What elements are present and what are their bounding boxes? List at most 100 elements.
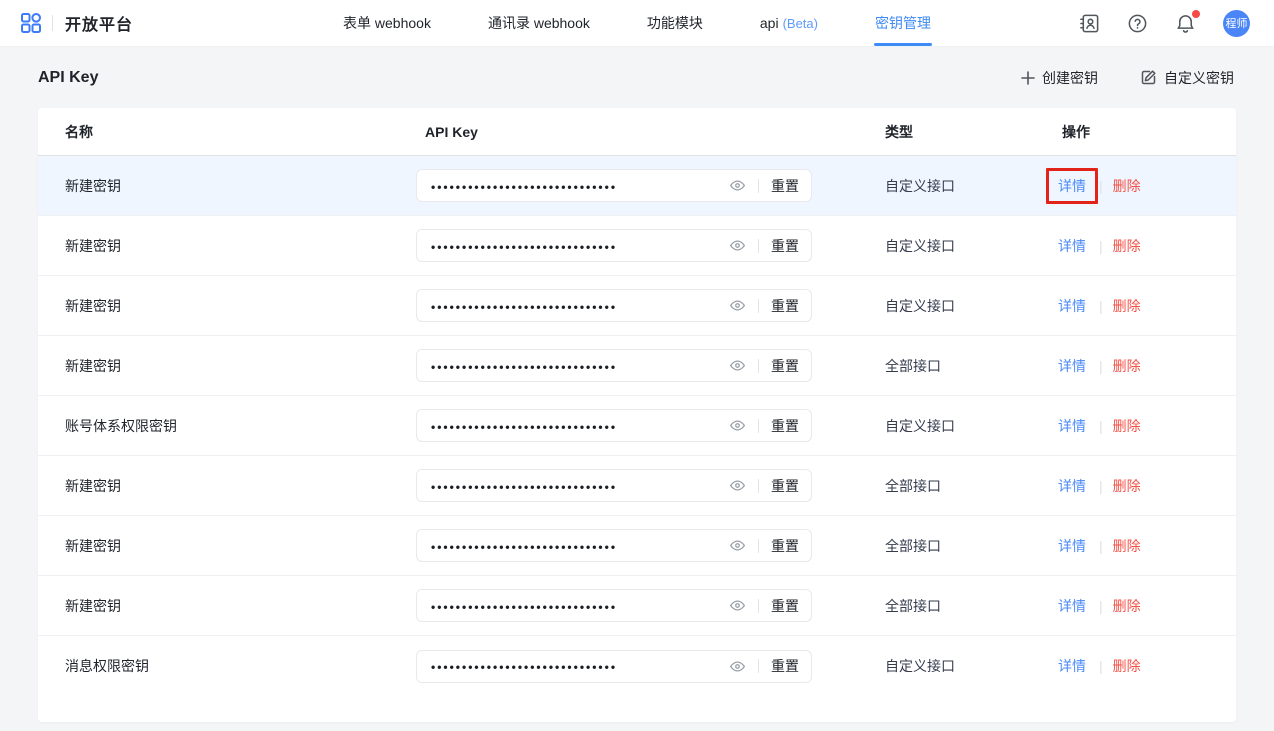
nav-tab[interactable]: 通讯录 webhook	[488, 0, 590, 46]
api-key-field: •••••••••••••••••••••••••••••• 重置	[416, 589, 812, 622]
key-cell: •••••••••••••••••••••••••••••• 重置	[416, 469, 885, 502]
delete-link[interactable]: 删除	[1113, 596, 1141, 616]
contacts-book-icon[interactable]	[1079, 13, 1100, 34]
nav-tab[interactable]: api(Beta)	[760, 0, 818, 46]
help-icon[interactable]	[1127, 13, 1148, 34]
detail-link[interactable]: 详情	[1058, 296, 1086, 316]
field-divider	[758, 239, 759, 253]
detail-annotation-box: 详情	[1046, 288, 1098, 324]
eye-icon[interactable]	[729, 237, 746, 254]
eye-icon[interactable]	[729, 177, 746, 194]
reset-button[interactable]: 重置	[771, 596, 799, 616]
table-row: 新建密钥 •••••••••••••••••••••••••••••• 重置 自…	[38, 216, 1236, 276]
delete-link[interactable]: 删除	[1113, 536, 1141, 556]
reset-button[interactable]: 重置	[771, 656, 799, 676]
detail-link[interactable]: 详情	[1058, 416, 1086, 436]
edit-box-icon	[1140, 69, 1157, 86]
nav-tab[interactable]: 密钥管理	[875, 0, 931, 46]
action-divider: |	[1099, 358, 1103, 374]
masked-api-key: ••••••••••••••••••••••••••••••	[431, 419, 729, 433]
key-cell: •••••••••••••••••••••••••••••• 重置	[416, 650, 885, 683]
detail-link[interactable]: 详情	[1058, 236, 1086, 256]
delete-link[interactable]: 删除	[1113, 236, 1141, 256]
avatar[interactable]: 程师	[1223, 10, 1250, 37]
eye-icon[interactable]	[729, 597, 746, 614]
reset-button[interactable]: 重置	[771, 416, 799, 436]
detail-link[interactable]: 详情	[1058, 176, 1086, 196]
reset-button[interactable]: 重置	[771, 296, 799, 316]
field-divider	[758, 539, 759, 553]
eye-icon[interactable]	[729, 477, 746, 494]
detail-link[interactable]: 详情	[1058, 356, 1086, 376]
api-key-field: •••••••••••••••••••••••••••••• 重置	[416, 409, 812, 442]
table-row: 新建密钥 •••••••••••••••••••••••••••••• 重置 全…	[38, 336, 1236, 396]
delete-link[interactable]: 删除	[1113, 476, 1141, 496]
eye-icon[interactable]	[729, 297, 746, 314]
detail-link[interactable]: 详情	[1058, 476, 1086, 496]
eye-icon[interactable]	[729, 658, 746, 675]
delete-link[interactable]: 删除	[1113, 656, 1141, 676]
key-name: 新建密钥	[65, 236, 416, 256]
delete-link[interactable]: 删除	[1113, 176, 1141, 196]
action-divider: |	[1099, 598, 1103, 614]
api-key-field: •••••••••••••••••••••••••••••• 重置	[416, 529, 812, 562]
key-type: 自定义接口	[885, 656, 1046, 676]
action-divider: |	[1099, 658, 1103, 674]
masked-api-key: ••••••••••••••••••••••••••••••	[431, 599, 729, 613]
reset-button[interactable]: 重置	[771, 236, 799, 256]
key-name: 新建密钥	[65, 176, 416, 196]
key-cell: •••••••••••••••••••••••••••••• 重置	[416, 169, 885, 202]
masked-api-key: ••••••••••••••••••••••••••••••	[431, 659, 729, 673]
table-row: 账号体系权限密钥 •••••••••••••••••••••••••••••• …	[38, 396, 1236, 456]
detail-link[interactable]: 详情	[1058, 596, 1086, 616]
notifications-button[interactable]	[1175, 13, 1196, 34]
delete-link[interactable]: 删除	[1113, 416, 1141, 436]
nav-tab-label: 密钥管理	[875, 13, 931, 33]
detail-link[interactable]: 详情	[1058, 536, 1086, 556]
key-name: 新建密钥	[65, 356, 416, 376]
key-name: 新建密钥	[65, 596, 416, 616]
detail-link[interactable]: 详情	[1058, 656, 1086, 676]
reset-button[interactable]: 重置	[771, 176, 799, 196]
key-type: 全部接口	[885, 476, 1046, 496]
eye-icon[interactable]	[729, 417, 746, 434]
delete-link[interactable]: 删除	[1113, 356, 1141, 376]
top-navbar: 开放平台 表单 webhook通讯录 webhook功能模块api(Beta)密…	[0, 0, 1274, 47]
reset-button[interactable]: 重置	[771, 356, 799, 376]
key-type: 自定义接口	[885, 176, 1046, 196]
plus-icon	[1021, 71, 1035, 85]
navbar-utilities: 程师	[1079, 0, 1274, 46]
key-cell: •••••••••••••••••••••••••••••• 重置	[416, 529, 885, 562]
key-cell: •••••••••••••••••••••••••••••• 重置	[416, 289, 885, 322]
api-key-table-card: 名称 API Key 类型 操作 新建密钥 ••••••••••••••••••…	[38, 108, 1236, 722]
custom-key-label: 自定义密钥	[1164, 68, 1234, 88]
app-grid-logo-icon[interactable]	[20, 12, 42, 34]
masked-api-key: ••••••••••••••••••••••••••••••	[431, 539, 729, 553]
field-divider	[758, 299, 759, 313]
row-actions: 详情 | 删除	[1046, 588, 1209, 624]
table-row: 新建密钥 •••••••••••••••••••••••••••••• 重置 自…	[38, 276, 1236, 336]
detail-annotation-box: 详情	[1046, 648, 1098, 684]
page-content: API Key 创建密钥 自定义密钥 名称 API Key 类型 操作	[0, 47, 1274, 722]
nav-tab[interactable]: 功能模块	[647, 0, 703, 46]
eye-icon[interactable]	[729, 357, 746, 374]
nav-tab[interactable]: 表单 webhook	[343, 0, 431, 46]
nav-tab-label: 表单 webhook	[343, 13, 431, 33]
row-actions: 详情 | 删除	[1046, 528, 1209, 564]
delete-link[interactable]: 删除	[1113, 296, 1141, 316]
table-row: 新建密钥 •••••••••••••••••••••••••••••• 重置 自…	[38, 156, 1236, 216]
create-key-button[interactable]: 创建密钥	[1021, 68, 1098, 88]
masked-api-key: ••••••••••••••••••••••••••••••	[431, 359, 729, 373]
table-row: 消息权限密钥 •••••••••••••••••••••••••••••• 重置…	[38, 636, 1236, 696]
eye-icon[interactable]	[729, 537, 746, 554]
action-divider: |	[1099, 538, 1103, 554]
reset-button[interactable]: 重置	[771, 476, 799, 496]
custom-key-button[interactable]: 自定义密钥	[1140, 68, 1234, 88]
api-key-field: •••••••••••••••••••••••••••••• 重置	[416, 169, 812, 202]
reset-button[interactable]: 重置	[771, 536, 799, 556]
field-divider	[758, 659, 759, 673]
notification-dot	[1192, 10, 1200, 18]
brand-divider	[52, 15, 53, 31]
key-type: 自定义接口	[885, 296, 1046, 316]
nav-tab-label: 通讯录 webhook	[488, 13, 590, 33]
